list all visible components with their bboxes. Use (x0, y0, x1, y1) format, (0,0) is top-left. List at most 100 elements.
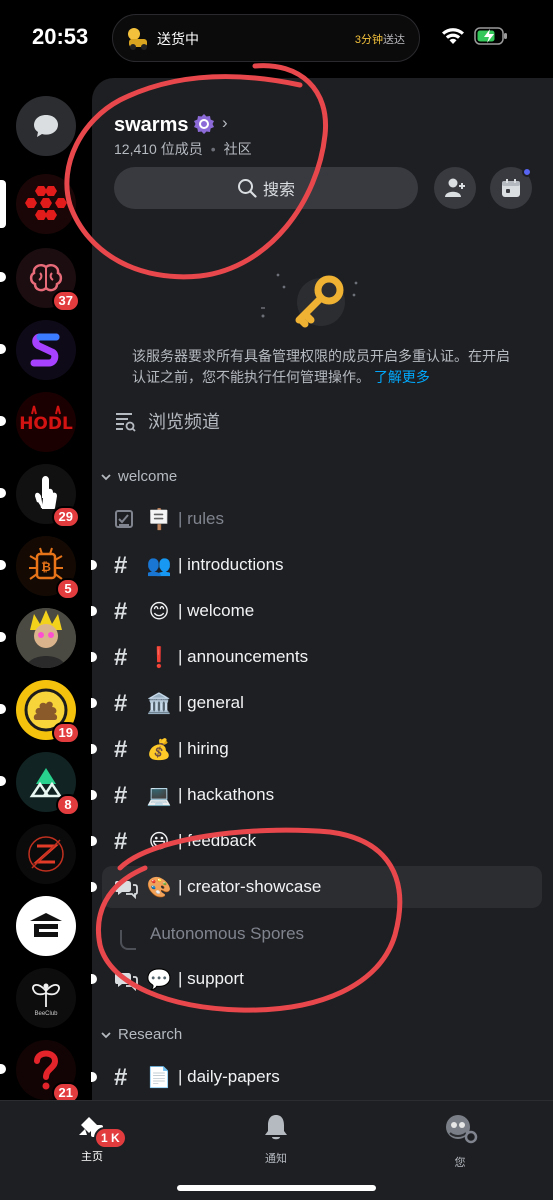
channel-name: | rules (178, 509, 224, 528)
chevron-down-icon (101, 473, 111, 480)
separator-dot: • (210, 141, 216, 157)
channel-emoji: 😃 (148, 831, 170, 853)
member-count: 12,410 位成员 (114, 141, 203, 157)
browse-channels-button[interactable]: 浏览频道 (114, 408, 220, 434)
activity-eta: 3分钟送达 (354, 34, 405, 46)
channel-emoji: 💬 (146, 969, 172, 991)
unread-indicator (91, 882, 97, 892)
mention-badge: 19 (51, 722, 80, 744)
live-activity-island[interactable]: 送货中 3分钟送达 (112, 14, 420, 62)
hash-icon: # (114, 828, 128, 855)
server-hodl[interactable]: HODL (0, 392, 76, 452)
unread-indicator (0, 560, 6, 570)
security-key-icon (261, 273, 358, 328)
tab-you[interactable]: 您 (420, 1113, 500, 1170)
s-logo-icon (16, 320, 76, 380)
wifi-icon (442, 28, 464, 44)
server-e[interactable] (16, 896, 76, 956)
hash-icon: # (114, 690, 128, 717)
hash-icon: # (114, 598, 128, 625)
hash-icon: # (114, 552, 128, 579)
chevron-right-icon[interactable]: › (222, 113, 228, 133)
community-badge-icon (194, 114, 214, 134)
unread-indicator (0, 704, 6, 714)
category-welcome[interactable]: welcome (100, 468, 177, 485)
server-s[interactable] (0, 320, 76, 380)
hash-icon: # (114, 736, 128, 763)
channel-emoji: 💰 (146, 739, 172, 761)
thread-connector (120, 930, 136, 950)
channel-hackathons[interactable]: # 💻 | hackathons (91, 774, 542, 816)
tab-notifications[interactable]: 通知 (236, 1113, 316, 1166)
server-name[interactable]: swarms (114, 114, 189, 137)
e-logo-icon (16, 896, 76, 956)
mfa-notice-text: 该服务器要求所有具备管理权限的成员开启多重认证。在开启认证之前，您不能执行任何管… (132, 348, 510, 385)
mention-badge: 8 (56, 794, 80, 816)
channel-announcements[interactable]: # ❗ | announcements (91, 636, 542, 678)
browse-list-icon (116, 413, 136, 432)
chat-bubble-icon (34, 115, 58, 137)
unread-indicator (0, 488, 6, 498)
hash-icon: # (114, 782, 128, 809)
channel-daily-papers[interactable]: # 📄 | daily-papers (91, 1056, 542, 1098)
red-hexagons-icon (16, 174, 76, 234)
channel-name: | support (178, 969, 244, 988)
channel-emoji: 🏛️ (146, 693, 172, 715)
channel-name: | hackathons (178, 785, 275, 804)
unread-indicator (91, 790, 97, 800)
unread-indicator (0, 1064, 6, 1074)
new-event-dot (522, 167, 532, 177)
server-swarms[interactable] (0, 174, 76, 234)
channel-general[interactable]: # 🏛️ | general (91, 682, 542, 724)
invite-members-button[interactable] (434, 167, 476, 209)
avatar-photo-icon (16, 608, 76, 668)
direct-messages-button[interactable] (16, 96, 76, 156)
forum-icon (115, 973, 138, 991)
channel-feedback[interactable]: # 😃 | feedback (91, 820, 542, 862)
activity-text: 送货中 (157, 31, 199, 47)
channel-name: | announcements (178, 647, 309, 666)
server-beeclub[interactable]: BeeClub (16, 968, 76, 1028)
channel-emoji: 👥 (146, 555, 172, 577)
mention-badge: 37 (51, 290, 80, 312)
learn-more-link[interactable]: 了解更多 (374, 369, 430, 385)
search-button[interactable]: 搜索 (114, 167, 418, 209)
server-avatar[interactable] (0, 608, 76, 668)
rules-icon (115, 510, 133, 528)
server-z[interactable] (16, 824, 76, 884)
category-label: welcome (118, 468, 178, 485)
tab-home[interactable]: 1 K 主页 (52, 1113, 132, 1164)
search-icon (237, 179, 257, 198)
channel-emoji: 🎨 (146, 877, 172, 899)
channel-welcome[interactable]: # 😊 | welcome (91, 590, 542, 632)
server-hand[interactable]: 29 (0, 464, 80, 528)
category-research[interactable]: Research (100, 1026, 182, 1043)
server-question[interactable]: 21 (0, 1040, 80, 1104)
svg-text:₿: ₿ (41, 560, 51, 574)
channel-rules[interactable]: 🪧 | rules (102, 498, 542, 540)
channel-support[interactable]: 💬 | support (91, 958, 542, 1000)
channel-name: | creator-showcase (178, 877, 322, 896)
events-button[interactable] (490, 167, 532, 209)
thread-autonomous-spores[interactable]: Autonomous Spores (150, 924, 304, 944)
server-brain[interactable]: 37 (0, 248, 80, 312)
selected-indicator (0, 180, 6, 228)
unread-indicator (0, 776, 6, 786)
channel-panel: swarms › 12,410 位成员 • 社区 搜索 该服务器要求所有具备管理权限… (91, 78, 553, 1100)
unread-indicator (91, 836, 97, 846)
forum-icon (115, 881, 138, 899)
unread-indicator (91, 1072, 97, 1082)
home-indicator (177, 1185, 376, 1191)
channel-name: | daily-papers (178, 1067, 280, 1086)
server-poop-coin[interactable]: 19 (0, 680, 80, 744)
channel-hiring[interactable]: # 💰 | hiring (91, 728, 542, 770)
unread-indicator (91, 652, 97, 662)
unread-indicator (0, 416, 6, 426)
server-triangle[interactable]: 8 (0, 752, 80, 816)
channel-emoji: 🪧 (146, 509, 172, 531)
server-bitcoin-bug[interactable]: ₿ 5 (0, 536, 80, 600)
chevron-down-icon (101, 1031, 111, 1038)
channel-introductions[interactable]: # 👥 | introductions (91, 544, 542, 586)
channel-creator-showcase[interactable]: 🎨 | creator-showcase (91, 866, 542, 908)
channel-name: | feedback (178, 831, 257, 850)
